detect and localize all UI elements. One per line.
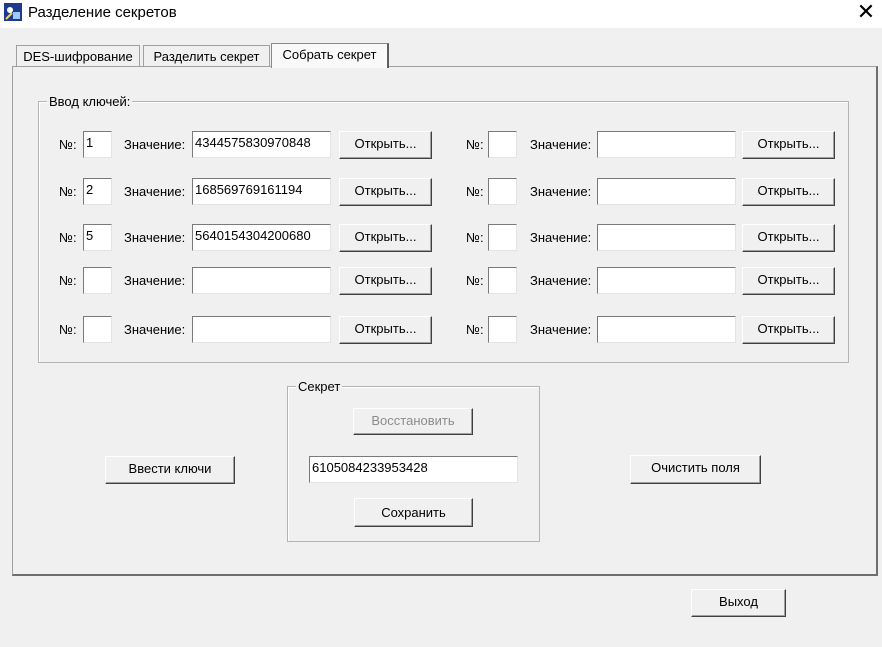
key-value-field-left-5[interactable] <box>192 316 331 343</box>
open-key-button-left-4[interactable]: Открыть... <box>339 267 432 295</box>
open-key-button-right-2[interactable]: Открыть... <box>742 178 835 206</box>
key-number-field-left-5[interactable] <box>83 316 112 343</box>
key-number-label: №: <box>59 230 77 245</box>
key-number-label: №: <box>59 184 77 199</box>
open-key-button-right-4[interactable]: Открыть... <box>742 267 835 295</box>
key-value-field-right-5[interactable] <box>597 316 736 343</box>
open-key-button-left-5[interactable]: Открыть... <box>339 316 432 344</box>
key-value-label: Значение: <box>530 273 592 288</box>
exit-button[interactable]: Выход <box>691 589 786 617</box>
key-number-label: №: <box>59 322 77 337</box>
key-value-field-left-2[interactable]: 168569769161194 <box>192 178 331 205</box>
secret-value-field[interactable]: 6105084233953428 <box>309 456 518 483</box>
enter-keys-button[interactable]: Ввести ключи <box>105 456 235 484</box>
tab-split-secret[interactable]: Разделить секрет <box>143 45 270 67</box>
key-number-label: №: <box>466 184 484 199</box>
key-value-label: Значение: <box>124 273 186 288</box>
key-value-label: Значение: <box>124 137 186 152</box>
open-key-button-left-1[interactable]: Открыть... <box>339 131 432 159</box>
key-value-field-right-2[interactable] <box>597 178 736 205</box>
key-number-label: №: <box>59 137 77 152</box>
open-key-button-left-3[interactable]: Открыть... <box>339 224 432 252</box>
key-value-label: Значение: <box>124 184 186 199</box>
secret-group-legend: Секрет <box>296 379 343 394</box>
key-value-field-right-1[interactable] <box>597 131 736 158</box>
key-value-label: Значение: <box>530 230 592 245</box>
window-title: Разделение секретов <box>28 4 177 21</box>
key-number-field-left-2[interactable]: 2 <box>83 178 112 205</box>
key-value-field-right-4[interactable] <box>597 267 736 294</box>
key-number-label: №: <box>466 322 484 337</box>
app-icon <box>4 3 22 21</box>
key-value-label: Значение: <box>530 322 592 337</box>
open-key-button-right-1[interactable]: Открыть... <box>742 131 835 159</box>
clear-fields-button[interactable]: Очистить поля <box>630 455 761 484</box>
save-button[interactable]: Сохранить <box>354 498 473 527</box>
tab-des-encryption[interactable]: DES-шифрование <box>16 45 140 67</box>
key-number-field-right-5[interactable] <box>488 316 517 343</box>
key-value-field-left-3[interactable]: 5640154304200680 <box>192 224 331 251</box>
key-number-field-right-1[interactable] <box>488 131 517 158</box>
key-number-label: №: <box>466 137 484 152</box>
key-number-field-right-3[interactable] <box>488 224 517 251</box>
key-value-field-left-4[interactable] <box>192 267 331 294</box>
key-number-label: №: <box>466 273 484 288</box>
tab-collect-secret[interactable]: Собрать секрет <box>271 43 389 68</box>
key-value-label: Значение: <box>124 230 186 245</box>
key-number-field-right-4[interactable] <box>488 267 517 294</box>
key-value-label: Значение: <box>124 322 186 337</box>
open-key-button-left-2[interactable]: Открыть... <box>339 178 432 206</box>
key-number-field-left-3[interactable]: 5 <box>83 224 112 251</box>
open-key-button-right-5[interactable]: Открыть... <box>742 316 835 344</box>
key-value-field-left-1[interactable]: 4344575830970848 <box>192 131 331 158</box>
key-number-field-left-1[interactable]: 1 <box>83 131 112 158</box>
key-value-label: Значение: <box>530 184 592 199</box>
close-icon[interactable]: ✕ <box>852 0 880 26</box>
keys-group-legend: Ввод ключей: <box>47 94 133 109</box>
open-key-button-right-3[interactable]: Открыть... <box>742 224 835 252</box>
key-number-label: №: <box>466 230 484 245</box>
key-value-field-right-3[interactable] <box>597 224 736 251</box>
key-value-label: Значение: <box>530 137 592 152</box>
restore-button[interactable]: Восстановить <box>353 408 473 435</box>
key-number-label: №: <box>59 273 77 288</box>
key-number-field-left-4[interactable] <box>83 267 112 294</box>
key-number-field-right-2[interactable] <box>488 178 517 205</box>
